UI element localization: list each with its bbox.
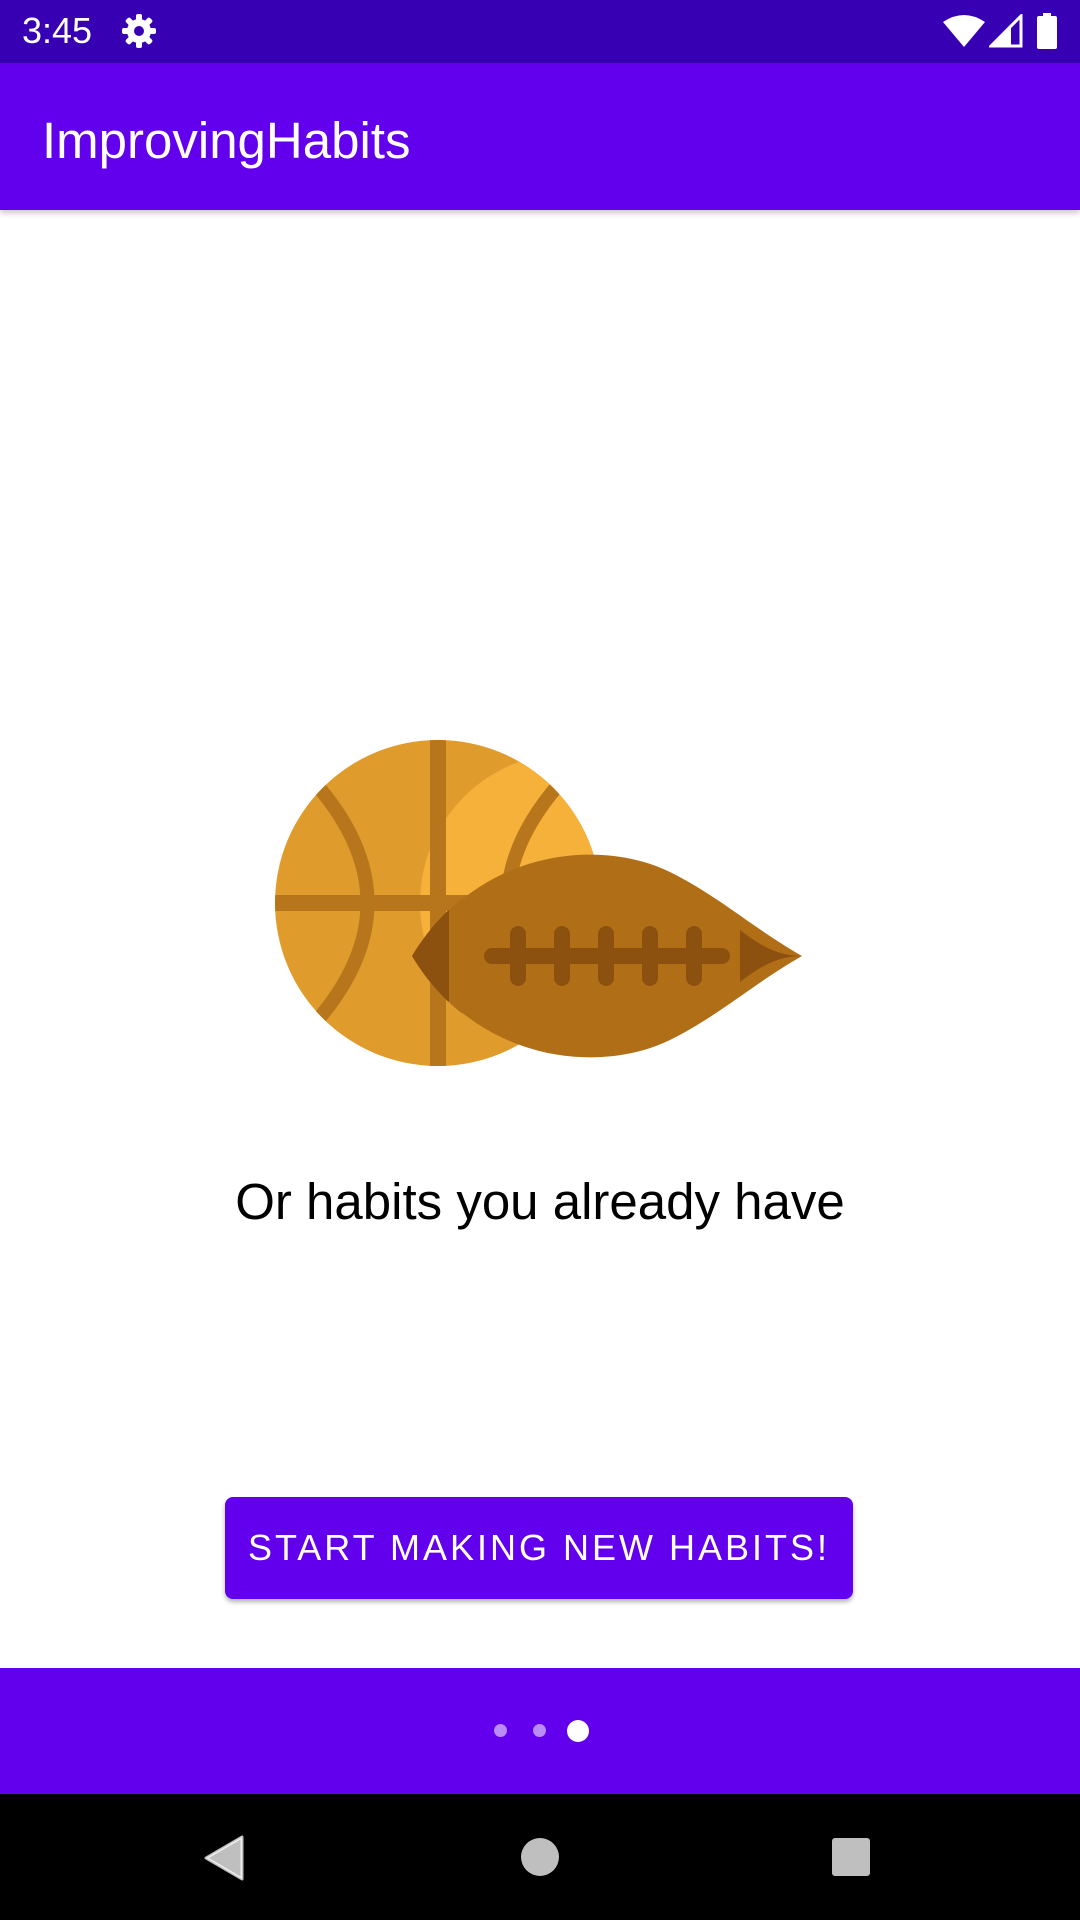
- start-making-new-habits-button[interactable]: START MAKING NEW HABITS!: [225, 1497, 853, 1599]
- cell-signal-icon: [987, 12, 1023, 53]
- status-time: 3:45: [22, 10, 93, 51]
- settings-gear-icon: [121, 13, 157, 54]
- status-bar: 3:45: [0, 0, 1080, 63]
- battery-icon: [1036, 13, 1058, 54]
- app-title: ImprovingHabits: [42, 112, 411, 169]
- app-bar: ImprovingHabits: [0, 63, 1080, 210]
- page-indicator-dot-2[interactable]: [533, 1724, 546, 1737]
- onboarding-caption: Or habits you already have: [235, 1173, 845, 1230]
- wifi-icon: [942, 14, 986, 53]
- back-icon[interactable]: [204, 1835, 244, 1886]
- home-icon[interactable]: [520, 1837, 560, 1882]
- basketball-and-football-illustration: [270, 730, 810, 1075]
- page-indicator-bar: [0, 1668, 1080, 1794]
- page-indicator-dot-1[interactable]: [494, 1724, 507, 1737]
- navigation-bar: [0, 1794, 1080, 1920]
- page-indicator-dot-3-active[interactable]: [567, 1720, 589, 1742]
- recents-icon[interactable]: [831, 1837, 871, 1882]
